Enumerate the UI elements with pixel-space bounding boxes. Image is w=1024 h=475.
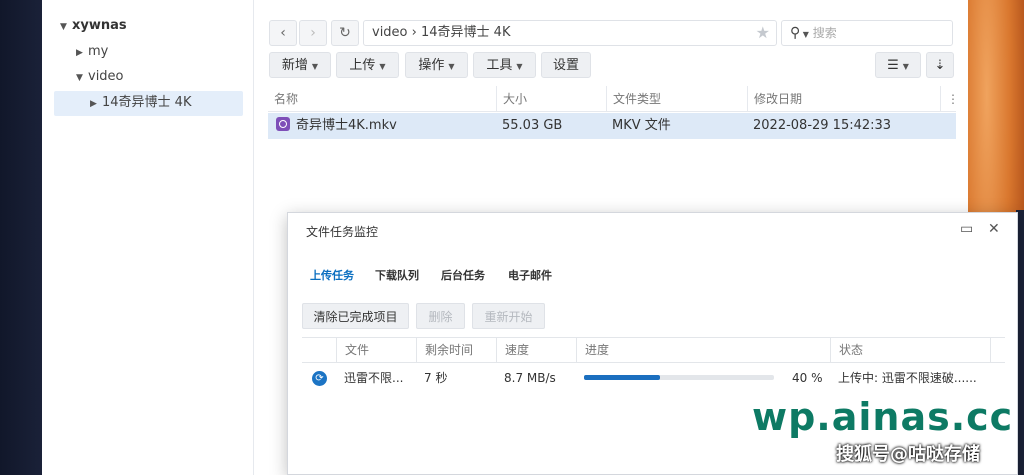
tools-button[interactable]: 工具 ▼ (473, 52, 536, 78)
site-watermark: wp.ainas.cc (752, 395, 1014, 439)
file-modified-cell: 2022-08-29 15:42:33 (753, 118, 892, 133)
task-file-cell: 迅雷不限... (344, 371, 404, 385)
list-view-icon: ☰ (887, 58, 899, 73)
action-button[interactable]: 操作 ▼ (405, 52, 468, 78)
caret-down-icon: ▼ (60, 22, 67, 32)
settings-button[interactable]: 设置 (541, 52, 591, 78)
tab-email[interactable]: 电子邮件 (508, 267, 552, 283)
dialog-title: 文件任务监控 (306, 225, 379, 239)
tree-item-video[interactable]: ▼ video (76, 65, 124, 89)
column-type[interactable]: 文件类型 (606, 86, 747, 112)
caret-down-icon: ▼ (448, 62, 455, 71)
progress-fill (584, 375, 660, 380)
column-remaining[interactable]: 剩余时间 (416, 338, 496, 362)
upload-sync-icon: ⟳ (312, 371, 327, 386)
caret-down-icon: ▼ (902, 62, 909, 71)
caret-down-icon: ▼ (311, 62, 319, 71)
view-mode-button[interactable]: ☰ ▼ (875, 52, 921, 78)
folder-tree: ▼ xywnas ▶ my ▼ video ▶ 14奇异博士 4K (42, 0, 254, 475)
sort-button[interactable]: ⇣ (926, 52, 954, 78)
chevron-right-icon: › (310, 25, 316, 41)
maximize-icon[interactable]: ▭ (960, 221, 973, 237)
upload-button[interactable]: 上传 ▼ (336, 52, 399, 78)
video-file-icon (276, 117, 290, 131)
task-table-header: 文件 剩余时间 速度 进度 状态 (302, 337, 1005, 363)
search-placeholder: 搜索 (812, 26, 837, 40)
back-button[interactable]: ‹ (269, 20, 297, 46)
file-size-cell: 55.03 GB (502, 118, 563, 133)
column-modified[interactable]: 修改日期 (747, 86, 940, 112)
column-status[interactable]: 状态 (830, 338, 990, 362)
chevron-left-icon: ‹ (280, 25, 286, 41)
restart-button[interactable]: 重新开始 (472, 303, 545, 329)
star-icon[interactable]: ★ (756, 21, 770, 45)
path-separator: › (411, 25, 417, 40)
caret-right-icon: ▶ (76, 48, 83, 58)
tab-upload[interactable]: 上传任务 (310, 267, 354, 283)
caret-down-icon: ▼ (76, 73, 83, 83)
task-status-cell: 上传中: 迅雷不限速破...... (838, 371, 977, 385)
table-row[interactable]: 奇异博士4K.mkv 55.03 GB MKV 文件 2022-08-29 15… (268, 113, 956, 139)
tree-item-my[interactable]: ▶ my (76, 40, 108, 64)
source-watermark: 搜狐号@咕哒存储 (836, 444, 980, 465)
path-root[interactable]: video (372, 25, 408, 40)
column-file[interactable]: 文件 (336, 338, 416, 362)
column-options-icon[interactable]: ⋮ (940, 86, 959, 112)
sort-icon: ⇣ (934, 58, 946, 73)
refresh-icon: ↻ (339, 25, 351, 41)
tab-download[interactable]: 下载队列 (375, 267, 419, 283)
task-row[interactable]: ⟳ 迅雷不限... 7 秒 8.7 MB/s 40 % 上传中: 迅雷不限速破.… (302, 364, 1005, 392)
caret-down-icon: ▼ (800, 30, 809, 39)
column-size[interactable]: 大小 (496, 86, 606, 112)
delete-button[interactable]: 删除 (416, 303, 465, 329)
tree-root-xywnas[interactable]: ▼ xywnas (60, 14, 127, 38)
caret-down-icon: ▼ (516, 62, 523, 71)
column-name[interactable]: 名称 (268, 86, 496, 112)
caret-right-icon: ▶ (90, 99, 97, 109)
caret-down-icon: ▼ (379, 62, 386, 71)
close-icon[interactable]: ✕ (988, 221, 1000, 237)
column-progress[interactable]: 进度 (576, 338, 830, 362)
path-bar[interactable]: video › 14奇异博士 4K ★ (363, 20, 777, 46)
search-input[interactable]: ⚲ ▼ 搜索 (781, 20, 953, 46)
create-button[interactable]: 新增 ▼ (269, 52, 331, 78)
forward-button[interactable]: › (299, 20, 327, 46)
task-remaining-cell: 7 秒 (424, 371, 448, 385)
progress-bar (584, 375, 774, 380)
column-speed[interactable]: 速度 (496, 338, 576, 362)
tree-item-selected-folder[interactable]: ▶ 14奇异博士 4K (90, 91, 191, 115)
tab-background[interactable]: 后台任务 (441, 267, 485, 283)
clear-completed-button[interactable]: 清除已完成项目 (302, 303, 409, 329)
path-current-folder: 14奇异博士 4K (421, 25, 511, 40)
refresh-button[interactable]: ↻ (331, 20, 359, 46)
progress-percent: 40 % (792, 371, 823, 385)
file-type-cell: MKV 文件 (612, 118, 671, 133)
file-table-header: 名称 大小 文件类型 修改日期 ⋮ (268, 86, 959, 112)
search-icon: ⚲ (790, 25, 801, 41)
task-speed-cell: 8.7 MB/s (504, 371, 556, 385)
file-name-cell: 奇异博士4K.mkv (276, 113, 397, 139)
